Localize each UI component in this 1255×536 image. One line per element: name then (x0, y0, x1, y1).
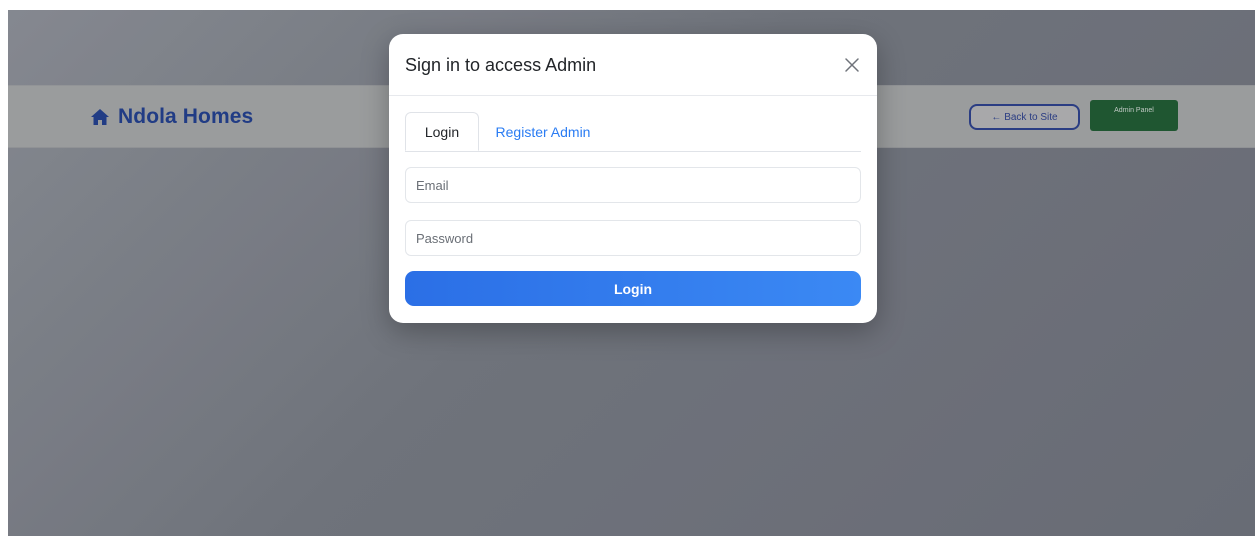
tab-register-admin[interactable]: Register Admin (479, 112, 607, 151)
modal-header: Sign in to access Admin (389, 34, 877, 96)
login-modal: Sign in to access Admin Login Register A… (389, 34, 877, 323)
tab-login[interactable]: Login (405, 112, 479, 151)
close-button[interactable] (841, 54, 863, 76)
close-icon (845, 58, 859, 72)
email-field[interactable] (405, 167, 861, 203)
login-button[interactable]: Login (405, 271, 861, 306)
browser-viewport: Ndola Homes ← Back to Site Admin Panel S… (8, 10, 1255, 536)
password-field[interactable] (405, 220, 861, 256)
modal-title: Sign in to access Admin (405, 55, 597, 75)
auth-tabs: Login Register Admin (405, 112, 861, 152)
